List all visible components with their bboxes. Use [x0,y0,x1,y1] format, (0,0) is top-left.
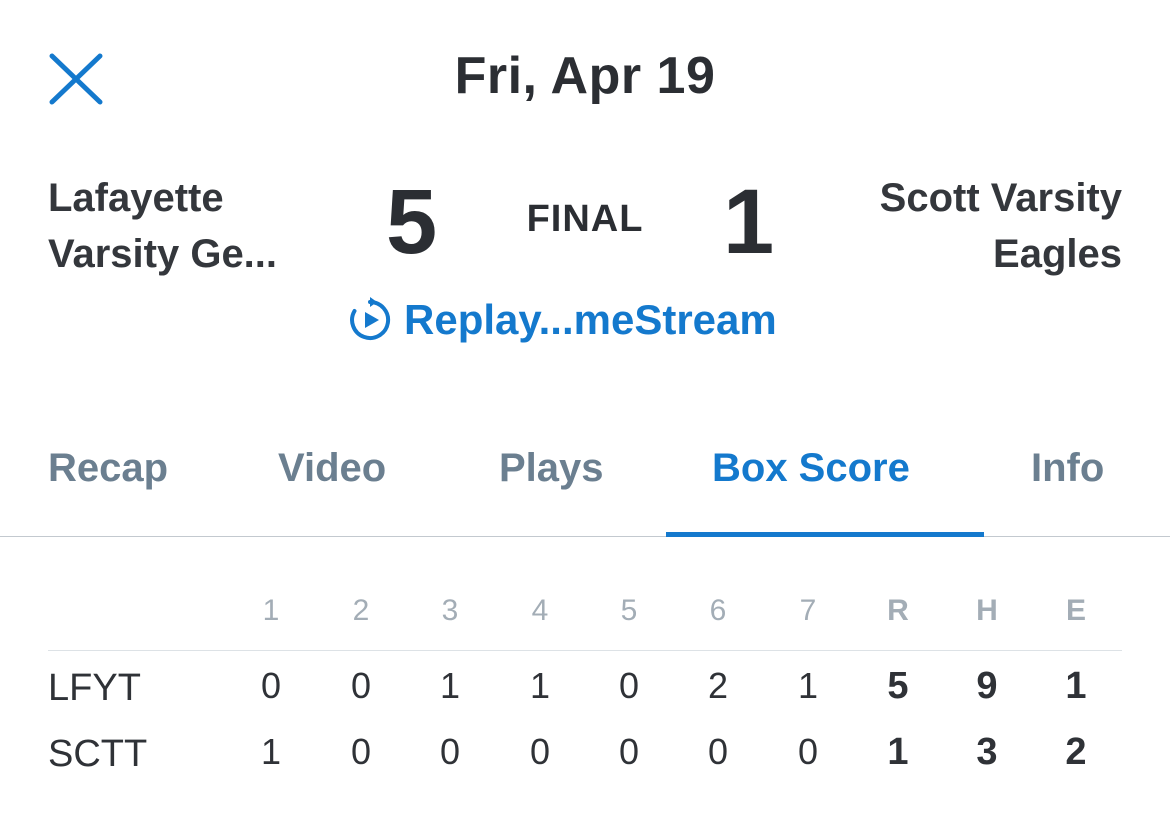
away-score: 1 [723,171,775,273]
inning-score: 0 [707,731,729,772]
away-team-line2: Eagles [993,232,1122,276]
box-score-table: 1 2 3 4 5 6 7 R H E LFYT 0 0 1 1 0 2 1 5… [48,580,1122,787]
errors-total: 1 [1065,665,1087,707]
team-abbreviation: LFYT [48,667,141,709]
table-row: SCTT 1 0 0 0 0 0 0 1 3 2 [48,721,1122,787]
page-title: Fri, Apr 19 [454,47,716,105]
inning-score: 0 [350,665,372,706]
inning-score: 1 [439,665,461,706]
inning-score: 0 [797,731,819,772]
inning-header: 4 [531,594,549,627]
runs-header: R [887,594,909,627]
inning-score: 0 [529,731,551,772]
inning-score: 0 [618,731,640,772]
hits-header: H [976,594,998,627]
away-team-name[interactable]: Scott Varsity Eagles [880,170,1122,282]
hits-total: 9 [976,665,998,707]
hits-total: 3 [976,731,998,773]
inning-score: 2 [707,665,729,706]
inning-score: 1 [529,665,551,706]
runs-total: 1 [887,731,909,773]
team-abbreviation: SCTT [48,733,148,775]
inning-score: 1 [797,665,819,706]
inning-header: 3 [441,594,459,627]
inning-header: 2 [352,594,370,627]
table-row: LFYT 0 0 1 1 0 2 1 5 9 1 [48,655,1122,721]
replay-label: Replay...meStream [404,296,777,343]
runs-total: 5 [887,665,909,707]
away-team-line1: Scott Varsity [879,176,1122,220]
active-tab-indicator [666,532,984,537]
inning-score: 0 [260,665,282,706]
tab-video[interactable]: Video [278,446,386,491]
inning-score: 0 [618,665,640,706]
inning-header: 5 [620,594,638,627]
box-score-header-row: 1 2 3 4 5 6 7 R H E [48,580,1122,651]
errors-total: 2 [1065,731,1087,773]
tab-bar: Recap Video Plays Box Score Info [0,440,1170,537]
inning-header: 1 [262,594,280,627]
inning-header: 7 [799,594,817,627]
replay-stream-link[interactable]: Replay...meStream [346,296,777,344]
inning-score: 1 [260,731,282,772]
replay-icon [350,297,391,340]
tab-box-score[interactable]: Box Score [712,446,910,491]
inning-header: 6 [709,594,727,627]
inning-score: 0 [350,731,372,772]
tab-info[interactable]: Info [1031,446,1104,491]
tab-plays[interactable]: Plays [499,446,604,491]
inning-score: 0 [439,731,461,772]
errors-header: E [1065,594,1086,627]
tab-recap[interactable]: Recap [48,446,168,491]
